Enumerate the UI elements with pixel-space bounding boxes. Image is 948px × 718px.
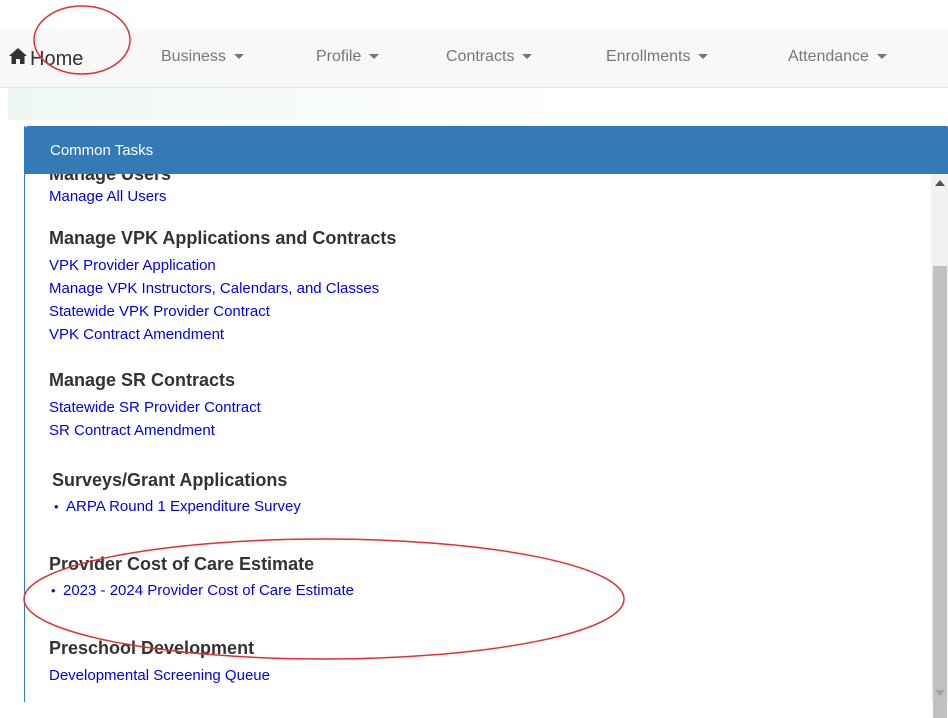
nav-attendance-label: Attendance: [788, 48, 869, 65]
section-heading: Manage VPK Applications and Contracts: [49, 228, 397, 248]
nav-business[interactable]: Business: [161, 48, 244, 66]
caret-down-icon: [522, 54, 533, 60]
section-heading: Surveys/Grant Applications: [52, 470, 288, 490]
scroll-thumb[interactable]: [933, 266, 947, 718]
nav-contracts-label: Contracts: [446, 48, 515, 65]
caret-down-icon: [369, 54, 380, 60]
top-navbar: Home Business Profile Contracts Enrollme…: [0, 29, 948, 88]
scroll-down-arrow-icon[interactable]: [935, 690, 945, 696]
header-band: [8, 88, 948, 120]
home-icon: [8, 47, 30, 71]
nav-home[interactable]: Home: [8, 46, 83, 72]
nav-enrollments-label: Enrollments: [606, 48, 691, 65]
caret-down-icon: [233, 54, 244, 60]
scrollbar[interactable]: [931, 174, 948, 718]
section-heading: Manage SR Contracts: [49, 370, 236, 390]
nav-home-label: Home: [30, 47, 84, 70]
panel-title: Common Tasks: [25, 126, 948, 174]
section-surveys: Surveys/Grant Applications ARPA Round 1 …: [52, 470, 301, 518]
nav-profile-label: Profile: [316, 48, 362, 65]
link-manage-vpk-instructors[interactable]: Manage VPK Instructors, Calendars, and C…: [49, 277, 396, 300]
link-developmental-screening-queue[interactable]: Developmental Screening Queue: [49, 664, 270, 687]
nav-business-label: Business: [161, 48, 226, 65]
panel-body: Manage Users Manage All Users Manage VPK…: [25, 174, 931, 702]
section-cost-of-care: Provider Cost of Care Estimate 2023 - 20…: [49, 554, 354, 602]
section-heading: Provider Cost of Care Estimate: [49, 554, 315, 574]
nav-profile[interactable]: Profile: [316, 48, 380, 66]
section-manage-users: Manage Users Manage All Users: [49, 174, 171, 208]
section-vpk: Manage VPK Applications and Contracts VP…: [49, 228, 396, 346]
nav-enrollments[interactable]: Enrollments: [606, 48, 709, 66]
link-vpk-contract-amendment[interactable]: VPK Contract Amendment: [49, 323, 396, 346]
nav-contracts[interactable]: Contracts: [446, 48, 533, 66]
caret-down-icon: [876, 54, 887, 60]
link-arpa-survey[interactable]: ARPA Round 1 Expenditure Survey: [66, 495, 301, 518]
caret-down-icon: [698, 54, 709, 60]
section-sr-contracts: Manage SR Contracts Statewide SR Provide…: [49, 370, 261, 442]
nav-attendance[interactable]: Attendance: [788, 48, 887, 66]
section-heading: Preschool Development: [49, 638, 255, 658]
link-statewide-sr-contract[interactable]: Statewide SR Provider Contract: [49, 396, 261, 419]
link-statewide-vpk-contract[interactable]: Statewide VPK Provider Contract: [49, 300, 396, 323]
section-heading: Manage Users: [49, 174, 172, 184]
section-preschool-development: Preschool Development Developmental Scre…: [49, 638, 270, 687]
link-sr-contract-amendment[interactable]: SR Contract Amendment: [49, 419, 261, 442]
scroll-up-arrow-icon[interactable]: [935, 180, 945, 186]
common-tasks-panel: Common Tasks Manage Users Manage All Use…: [24, 126, 948, 718]
link-cost-of-care-estimate[interactable]: 2023 - 2024 Provider Cost of Care Estima…: [63, 579, 354, 602]
link-manage-all-users[interactable]: Manage All Users: [49, 185, 171, 208]
link-vpk-provider-application[interactable]: VPK Provider Application: [49, 254, 396, 277]
